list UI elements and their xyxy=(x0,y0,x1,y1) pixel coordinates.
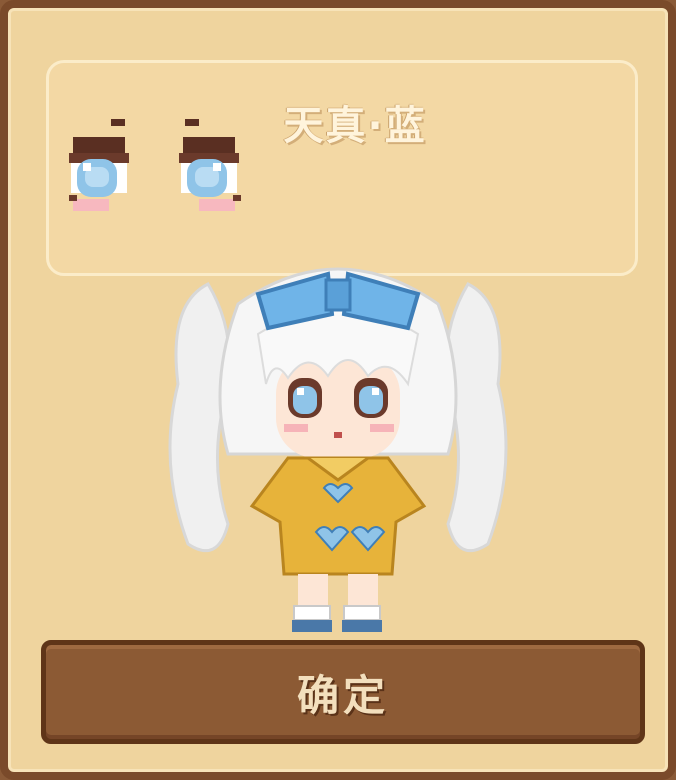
confirm-button[interactable]: 确定 xyxy=(41,640,645,744)
outfit-name: 天真·蓝 xyxy=(283,103,427,149)
right-eye-icon xyxy=(179,119,241,211)
left-eye-icon xyxy=(69,119,129,211)
confirm-button-label: 确定 xyxy=(296,670,389,720)
character-preview xyxy=(168,267,508,632)
eyes-icon xyxy=(69,119,241,211)
outfit-dialog: 天真·蓝 确定 xyxy=(0,0,676,780)
